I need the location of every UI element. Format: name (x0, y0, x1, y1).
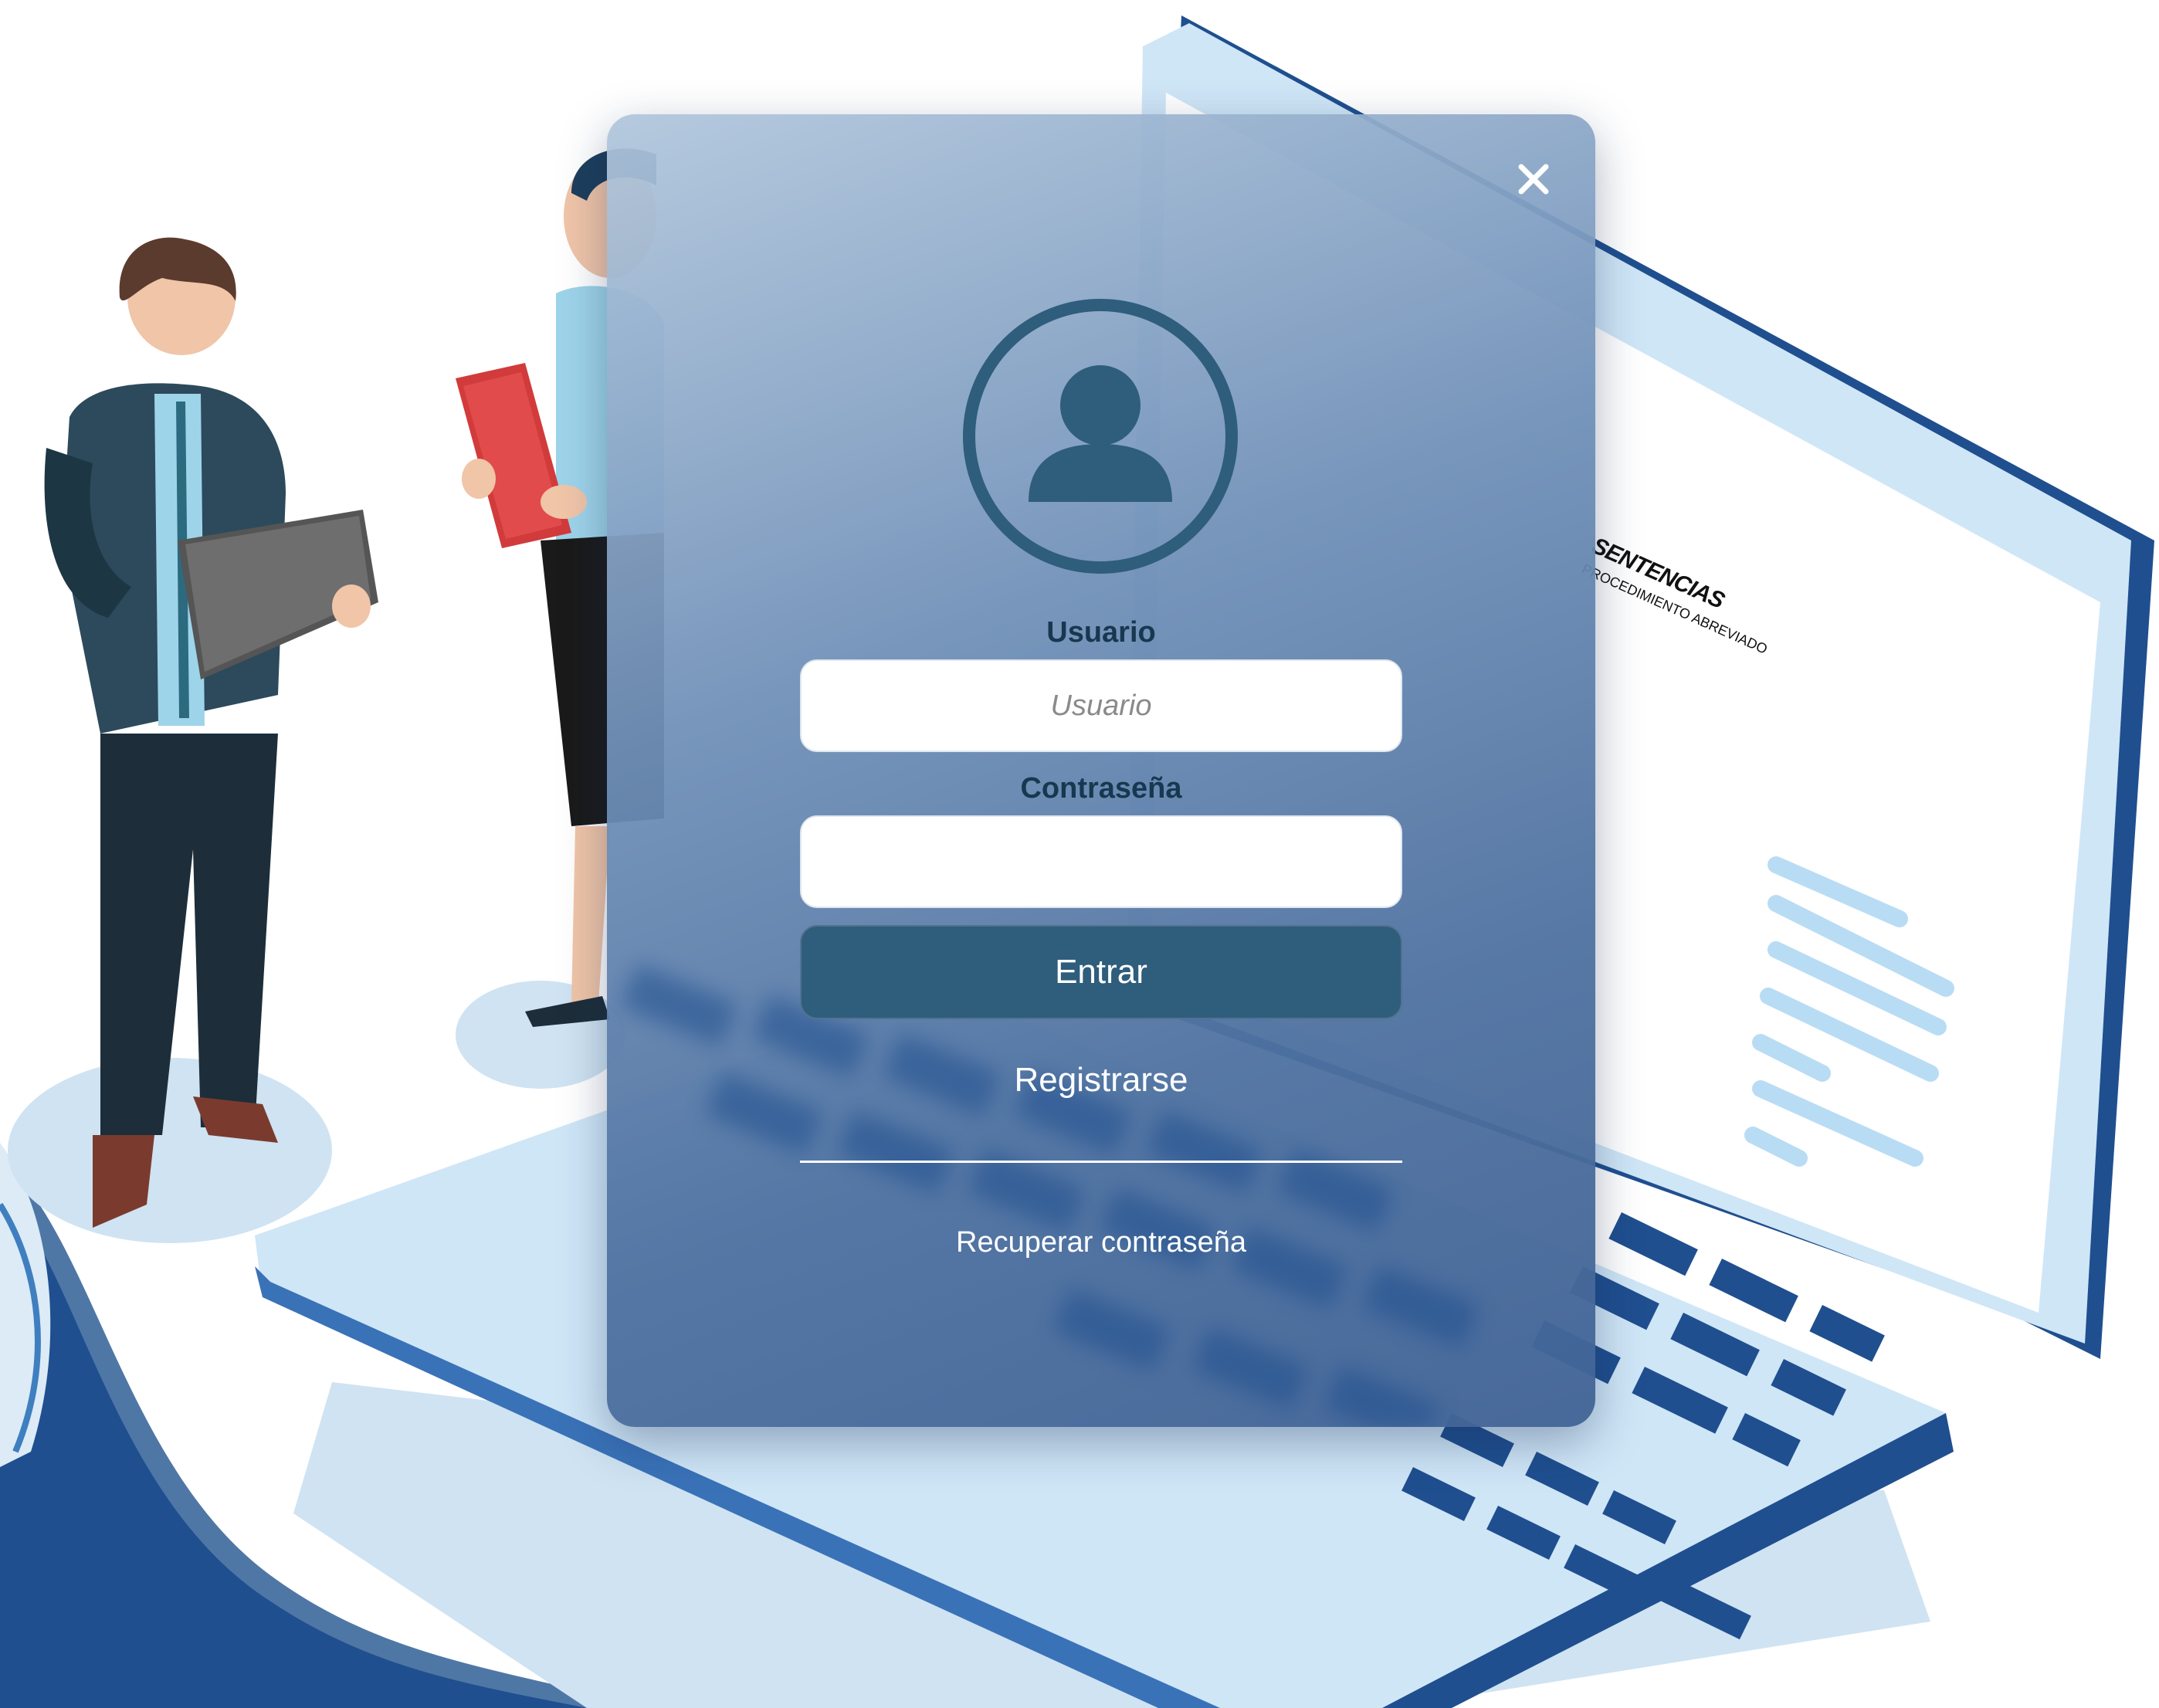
username-label: Usuario (1046, 616, 1156, 649)
enter-button[interactable]: Entrar (800, 925, 1402, 1019)
username-input[interactable] (800, 659, 1402, 752)
login-card: Usuario Contraseña Entrar Registrarse Re… (607, 114, 1595, 1427)
recover-password-link[interactable]: Recuperar contraseña (607, 1226, 1595, 1259)
floor-circle-left (8, 1058, 332, 1243)
divider (800, 1161, 1402, 1163)
close-icon (1518, 164, 1549, 195)
close-button[interactable] (1512, 158, 1555, 201)
login-screen: SENTENCIAS PROCEDIMIENTO ABREVIADO Usuar… (0, 0, 2159, 1708)
password-input[interactable] (800, 815, 1402, 908)
user-avatar-icon (963, 299, 1238, 574)
password-label: Contraseña (1020, 772, 1182, 805)
card-blur-decoration (620, 964, 1479, 1427)
register-link[interactable]: Registrarse (607, 1061, 1595, 1100)
